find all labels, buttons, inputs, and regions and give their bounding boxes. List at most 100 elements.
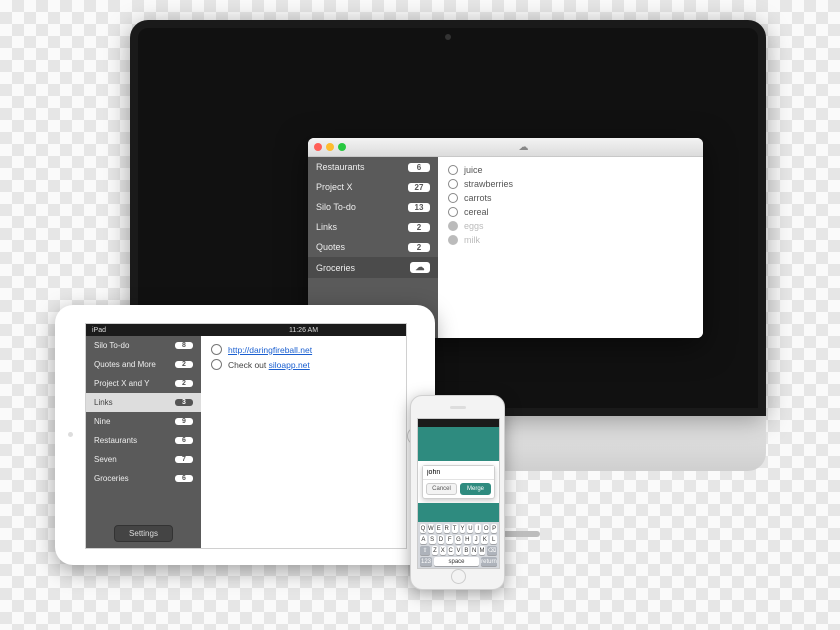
list-item[interactable]: carrots <box>448 191 693 205</box>
sidebar-item-label: Silo To-do <box>94 341 129 350</box>
sidebar-item-label: Nine <box>94 417 110 426</box>
list-item[interactable]: cereal <box>448 205 693 219</box>
traffic-light-zoom[interactable] <box>338 143 346 151</box>
sidebar-item-links[interactable]: Links 2 <box>308 217 438 237</box>
sidebar-item-quotes[interactable]: Quotes 2 <box>308 237 438 257</box>
sidebar-item-silotodo[interactable]: Silo To-do 13 <box>308 197 438 217</box>
link[interactable]: http://daringfireball.net <box>228 345 312 355</box>
key[interactable]: A <box>420 535 427 544</box>
key[interactable]: I <box>475 524 481 533</box>
cancel-button[interactable]: Cancel <box>426 483 457 495</box>
key[interactable]: B <box>463 546 469 555</box>
merge-name-input[interactable] <box>423 466 494 480</box>
sidebar-item-label: Restaurants <box>316 162 365 172</box>
sidebar-item-count: 6 <box>175 437 193 444</box>
list-item[interactable]: Check out siloapp.net <box>211 357 396 372</box>
sidebar-item-count: 6 <box>408 163 430 172</box>
sidebar-item-projectx[interactable]: Project X 27 <box>308 177 438 197</box>
sidebar-item-links[interactable]: Links3 <box>86 393 201 412</box>
sidebar-item-silotodo[interactable]: Silo To-do 8 <box>86 336 201 355</box>
key[interactable]: E <box>436 524 442 533</box>
circle-icon[interactable] <box>448 207 458 217</box>
ipad-content-pane: 11:26 AM http://daringfireball.net Check… <box>201 324 406 548</box>
list-item[interactable]: http://daringfireball.net <box>211 342 396 357</box>
key[interactable]: T <box>452 524 458 533</box>
carrier-label: iPad <box>92 327 106 334</box>
key[interactable]: S <box>429 535 436 544</box>
sidebar-item-count: 8 <box>175 342 193 349</box>
circle-icon[interactable] <box>448 193 458 203</box>
sidebar-item-label: Project X and Y <box>94 379 149 388</box>
sidebar-item-label: Silo To-do <box>316 202 356 212</box>
sidebar-item-restaurants[interactable]: Restaurants 6 <box>308 157 438 177</box>
key[interactable]: O <box>483 524 489 533</box>
sidebar-item-label: Links <box>94 398 113 407</box>
space-key[interactable]: space <box>434 557 479 566</box>
traffic-light-close[interactable] <box>314 143 322 151</box>
key[interactable]: D <box>438 535 445 544</box>
circle-icon[interactable] <box>448 165 458 175</box>
cloud-icon: ☁ <box>410 262 430 273</box>
iphone-statusbar <box>418 419 499 427</box>
sidebar-item-count: 6 <box>175 475 193 482</box>
sidebar-item-nine[interactable]: Nine9 <box>86 412 201 431</box>
delete-key[interactable]: ⌫ <box>487 546 497 555</box>
key[interactable]: Y <box>460 524 466 533</box>
sidebar-item-seven[interactable]: Seven7 <box>86 450 201 469</box>
circle-checked-icon[interactable] <box>448 235 458 245</box>
sidebar-item-groceries[interactable]: Groceries6 <box>86 469 201 488</box>
key[interactable]: X <box>440 546 446 555</box>
list-item[interactable]: juice <box>448 163 693 177</box>
link[interactable]: siloapp.net <box>269 360 310 370</box>
key[interactable]: H <box>464 535 471 544</box>
key[interactable]: Q <box>420 524 426 533</box>
key[interactable]: U <box>467 524 473 533</box>
circle-icon[interactable] <box>211 344 222 355</box>
cloud-icon: ☁ <box>519 142 529 153</box>
sidebar-item-quotes[interactable]: Quotes and More2 <box>86 355 201 374</box>
list-item-label: milk <box>464 235 480 245</box>
canvas: ☁ Restaurants 6 Project X 27 Silo To <box>0 0 840 630</box>
circle-icon[interactable] <box>448 179 458 189</box>
iphone-home-button[interactable] <box>451 569 466 584</box>
iphone-keyboard: Q W E R T Y U I O P A S D F G H <box>418 522 499 568</box>
key[interactable]: G <box>455 535 462 544</box>
key[interactable]: F <box>446 535 453 544</box>
settings-button[interactable]: Settings <box>114 525 173 542</box>
key[interactable]: V <box>456 546 462 555</box>
key[interactable]: M <box>479 546 485 555</box>
sidebar-item-label: Restaurants <box>94 436 137 445</box>
list-item[interactable]: eggs <box>448 219 693 233</box>
sidebar-item-groceries[interactable]: Groceries ☁ <box>308 257 438 278</box>
key[interactable]: Z <box>432 546 438 555</box>
key[interactable]: P <box>491 524 497 533</box>
sidebar-item-label: Project X <box>316 182 353 192</box>
traffic-light-minimize[interactable] <box>326 143 334 151</box>
key[interactable]: L <box>490 535 497 544</box>
list-item[interactable]: milk <box>448 233 693 247</box>
ipad-screen: iPad Silo To-do 8 Quotes and More2 Projec… <box>85 323 407 549</box>
merge-button[interactable]: Merge <box>460 483 491 495</box>
list-item-label: Check out siloapp.net <box>228 360 310 370</box>
sidebar-item-projectxy[interactable]: Project X and Y2 <box>86 374 201 393</box>
sidebar-item-label: Seven <box>94 455 117 464</box>
key[interactable]: C <box>448 546 454 555</box>
iphone-screen: Cancel Merge Q W E R T Y U I O P <box>417 418 500 569</box>
key[interactable]: J <box>473 535 480 544</box>
clock-label: 11:26 AM <box>289 327 318 334</box>
key[interactable]: R <box>444 524 450 533</box>
list-item[interactable]: strawberries <box>448 177 693 191</box>
ipad-statusbar-right: 11:26 AM <box>201 324 406 336</box>
numbers-key[interactable]: 123 <box>420 557 432 566</box>
key[interactable]: K <box>481 535 488 544</box>
shift-key[interactable]: ⇧ <box>420 546 430 555</box>
sidebar-item-restaurants[interactable]: Restaurants 6 <box>86 431 201 450</box>
key[interactable]: N <box>471 546 477 555</box>
sidebar-item-label: Links <box>316 222 337 232</box>
key[interactable]: W <box>428 524 434 533</box>
sidebar-item-count: 2 <box>408 223 430 232</box>
circle-icon[interactable] <box>211 359 222 370</box>
circle-checked-icon[interactable] <box>448 221 458 231</box>
return-key[interactable]: return <box>481 557 497 566</box>
sidebar-item-label: Quotes and More <box>94 360 156 369</box>
